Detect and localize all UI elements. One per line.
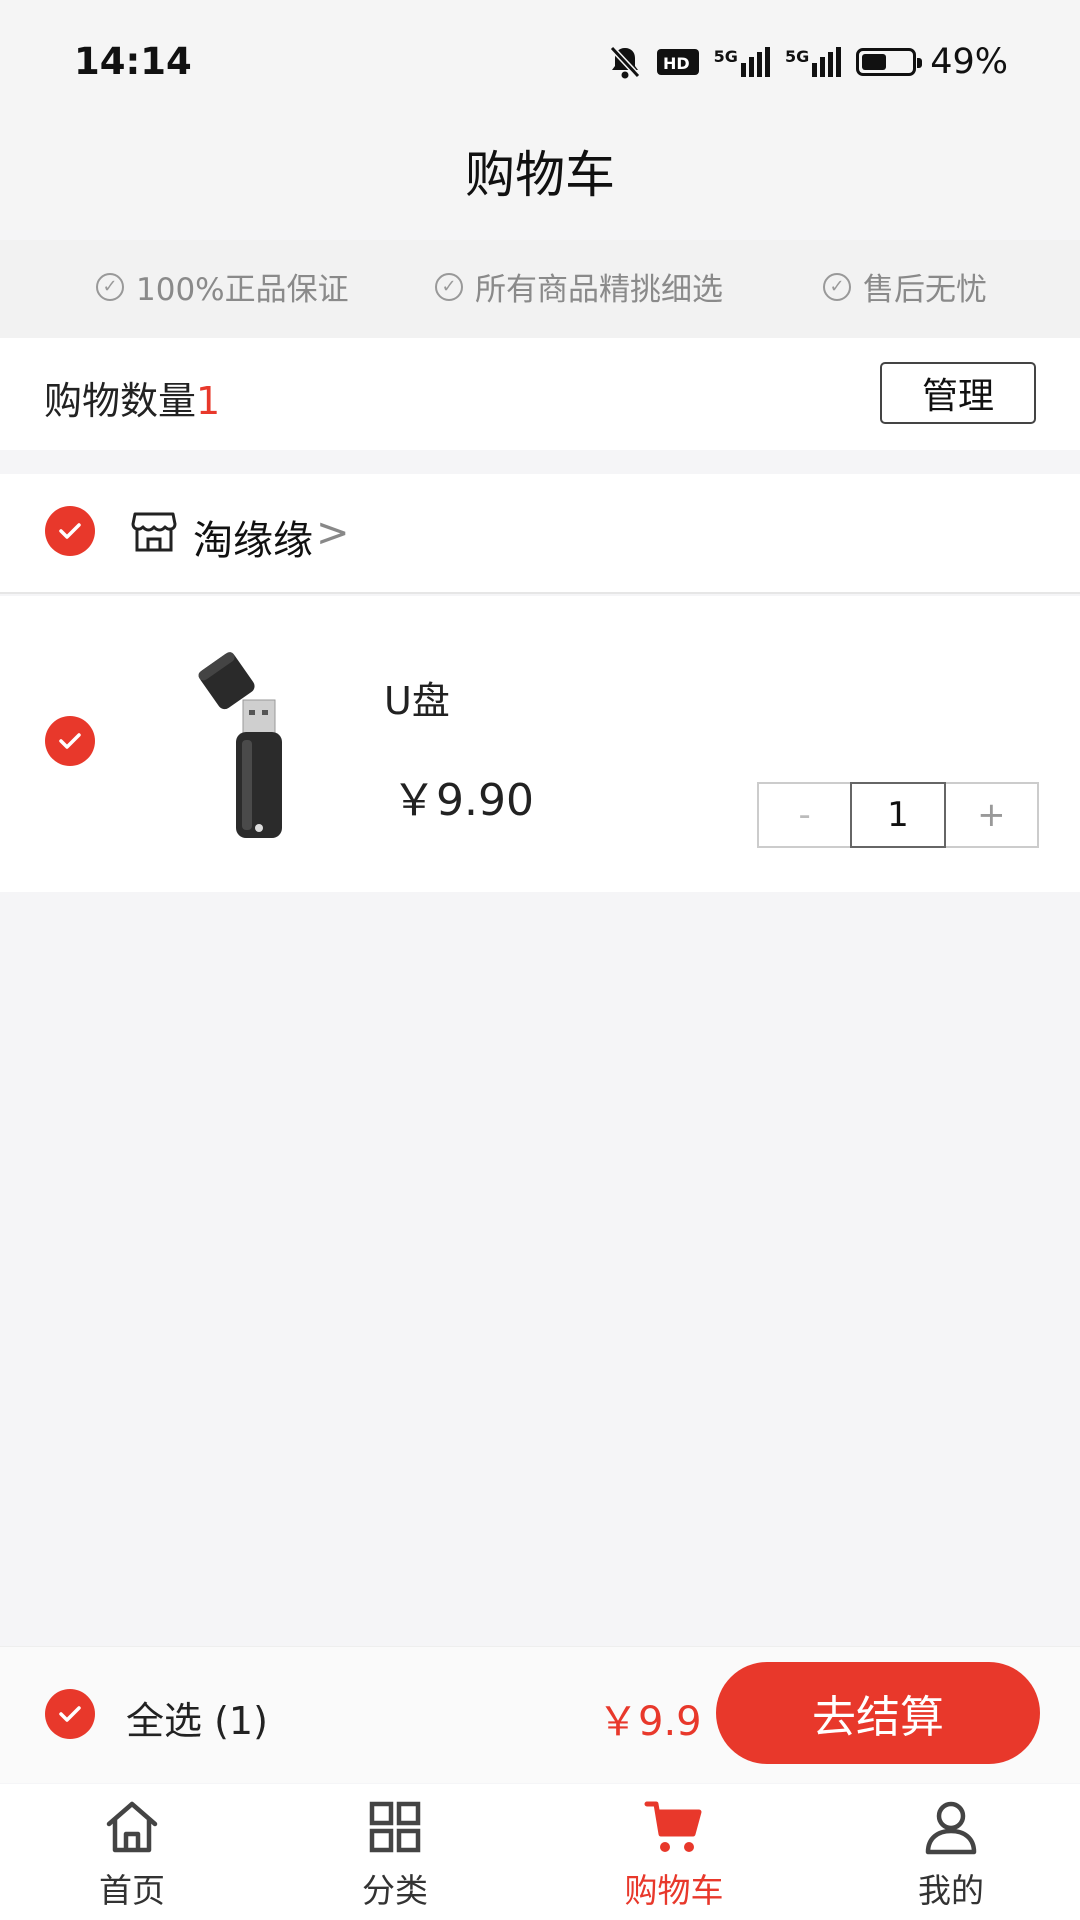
tab-label: 我的 bbox=[918, 1871, 984, 1910]
tab-label: 首页 bbox=[99, 1871, 165, 1910]
signal-2: 5G bbox=[785, 47, 842, 77]
guarantee-item: ✓ 所有商品精挑细选 bbox=[435, 264, 723, 309]
check-circle-icon: ✓ bbox=[435, 272, 463, 301]
store-icon bbox=[131, 512, 177, 552]
store-name[interactable]: 淘缘缘 bbox=[193, 508, 313, 566]
status-icons: HD 5G 5G 49% bbox=[608, 42, 1008, 82]
guarantee-label: 所有商品精挑细选 bbox=[475, 272, 723, 308]
battery-icon bbox=[856, 48, 923, 76]
product-name[interactable]: U盘 bbox=[384, 670, 450, 725]
product-checkbox[interactable] bbox=[45, 716, 95, 766]
page-title: 购物车 bbox=[465, 146, 615, 204]
tab-label: 分类 bbox=[362, 1871, 428, 1910]
checkmark-icon bbox=[59, 523, 81, 539]
guarantee-item: ✓ 100%正品保证 bbox=[96, 264, 349, 309]
increment-button[interactable]: + bbox=[946, 784, 1037, 846]
battery-percent: 49% bbox=[930, 42, 1008, 82]
checkmark-icon bbox=[59, 733, 81, 749]
signal-bars-icon bbox=[812, 47, 842, 77]
check-circle-icon: ✓ bbox=[96, 272, 124, 301]
home-icon bbox=[106, 1801, 158, 1853]
cart-icon bbox=[644, 1801, 702, 1852]
network-label: 5G bbox=[713, 47, 738, 66]
manage-button[interactable]: 管理 bbox=[880, 362, 1036, 424]
status-time: 14:14 bbox=[74, 40, 192, 83]
decrement-button[interactable]: - bbox=[759, 784, 850, 846]
user-icon bbox=[925, 1801, 977, 1855]
total-price: ￥9.9 bbox=[598, 1699, 702, 1745]
bell-muted-icon bbox=[609, 45, 640, 79]
cart-count: 购物数量1 bbox=[44, 370, 220, 425]
signal-bars-icon bbox=[740, 47, 770, 77]
tab-category[interactable]: 分类 bbox=[325, 1796, 465, 1912]
tab-home[interactable]: 首页 bbox=[62, 1796, 202, 1912]
guarantee-label: 100%正品保证 bbox=[136, 272, 349, 308]
grid-icon bbox=[369, 1801, 421, 1853]
product-image[interactable] bbox=[186, 648, 306, 848]
checkout-button[interactable]: 去结算 bbox=[716, 1662, 1040, 1764]
product-price: ￥9.90 bbox=[392, 775, 534, 826]
guarantee-item: ✓ 售后无忧 bbox=[823, 264, 987, 309]
signal-1: 5G bbox=[714, 47, 771, 77]
tab-cart[interactable]: 购物车 bbox=[604, 1796, 744, 1912]
hd-icon: HD bbox=[656, 49, 699, 75]
tab-label: 购物车 bbox=[624, 1871, 724, 1910]
cart-count-label: 购物数量 bbox=[44, 379, 197, 423]
check-circle-icon: ✓ bbox=[823, 272, 851, 301]
chevron-right-icon[interactable]: > bbox=[316, 510, 350, 556]
select-all-label[interactable]: 全选 (1) bbox=[126, 1690, 268, 1745]
tab-profile[interactable]: 我的 bbox=[881, 1796, 1021, 1912]
cart-count-value: 1 bbox=[196, 379, 221, 423]
quantity-stepper: - 1 + bbox=[757, 782, 1039, 848]
checkmark-icon bbox=[59, 1706, 81, 1722]
quantity-input[interactable]: 1 bbox=[850, 782, 946, 848]
svg-text:HD: HD bbox=[663, 54, 690, 73]
network-label: 5G bbox=[784, 47, 810, 66]
battery-fill bbox=[862, 54, 887, 70]
select-all-checkbox[interactable] bbox=[45, 1689, 95, 1739]
store-checkbox[interactable] bbox=[45, 506, 95, 556]
guarantee-label: 售后无忧 bbox=[863, 272, 987, 308]
